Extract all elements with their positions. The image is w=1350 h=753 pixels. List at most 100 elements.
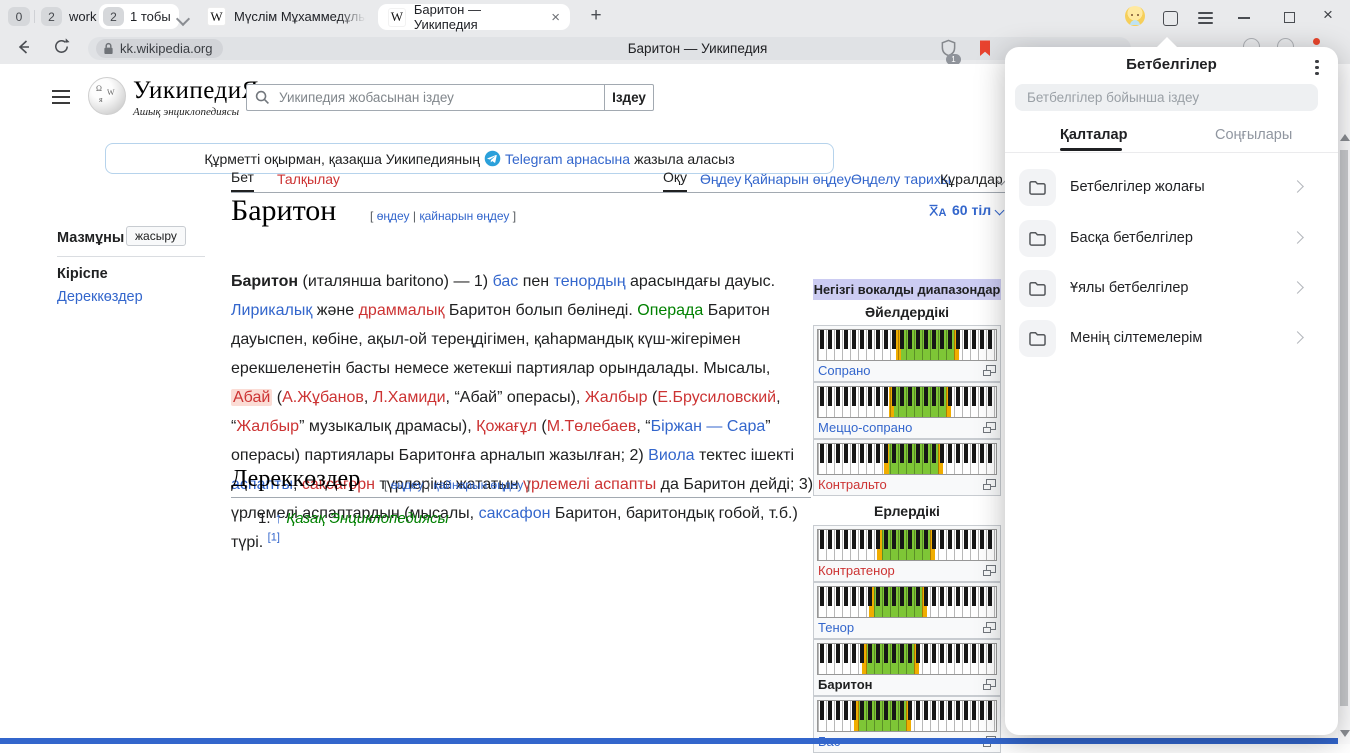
wiki-search-box[interactable]: [246, 84, 605, 111]
vocal-range-link[interactable]: Сопрано: [818, 363, 871, 378]
folder-row-bookmarks-bar[interactable]: Бетбелгілер жолағы: [1005, 169, 1338, 213]
tab-inactive[interactable]: W Мүслім Мұхаммедұлы Ма: [207, 4, 366, 29]
url-bar[interactable]: kk.wikipedia.org Баритон — Уикипедия 1: [88, 37, 1131, 60]
popup-tab-recent[interactable]: Соңғылары: [1215, 127, 1292, 143]
tab-close-icon[interactable]: ×: [551, 9, 560, 26]
tab-active[interactable]: W Баритон — Уикипедия ×: [378, 4, 570, 30]
vocal-range-link[interactable]: Контратенор: [818, 563, 895, 578]
close-window-button[interactable]: ×: [1323, 6, 1333, 23]
folder-row-my-links[interactable]: Менің сілтемелерім: [1005, 320, 1338, 364]
tab-page[interactable]: Бет: [231, 169, 254, 192]
inline-link[interactable]: Лирикалық: [231, 302, 312, 319]
inline-link[interactable]: Қожағұл: [476, 418, 537, 435]
reload-icon[interactable]: [52, 37, 71, 61]
expand-icon[interactable]: [983, 565, 996, 576]
browser-tabbar: 0 2 work 2 1 тобы W Мүслім Мұхаммедұлы М…: [0, 0, 1350, 33]
bookmark-flag-icon[interactable]: [978, 40, 992, 62]
scrollbar-thumb[interactable]: [1340, 150, 1348, 706]
edit-link[interactable]: өңдеу: [391, 478, 424, 492]
tab-talk[interactable]: Талқылау: [277, 171, 340, 192]
piano-range-image[interactable]: [817, 529, 997, 561]
wiki-menu-icon[interactable]: [52, 86, 70, 108]
inline-link[interactable]: М.Төлебаев: [547, 418, 637, 435]
language-selector[interactable]: A 60 тіл: [928, 202, 1003, 218]
inline-link[interactable]: Абай: [231, 389, 272, 406]
expand-icon[interactable]: [983, 422, 996, 433]
telegram-link[interactable]: Telegram арнасына: [505, 151, 630, 167]
inline-link[interactable]: Жалбыр: [236, 418, 299, 435]
vocal-range-link[interactable]: Контральто: [818, 477, 887, 492]
browser-menu-icon[interactable]: [1198, 9, 1213, 27]
inline-link[interactable]: А.Жұбанов: [282, 389, 364, 406]
inline-link[interactable]: Жалбыр: [585, 389, 648, 406]
page-scrollbar[interactable]: [1338, 64, 1350, 744]
inline-link[interactable]: тенордың: [554, 273, 626, 290]
wiki-search-button[interactable]: Іздеу: [604, 84, 654, 111]
toc-hide-button[interactable]: жасыру: [126, 226, 186, 246]
edit-link[interactable]: өңдеу: [377, 209, 410, 223]
minimize-button[interactable]: [1238, 17, 1250, 19]
tab-history[interactable]: Өңделу тарихы: [851, 171, 951, 192]
bookmarks-search-box[interactable]: [1015, 84, 1318, 111]
collections-icon[interactable]: [1163, 11, 1178, 26]
folder-row-mobile-bookmarks[interactable]: Ұялы бетбелгілер: [1005, 270, 1338, 314]
inline-link[interactable]: үрлемелі аспапты: [523, 476, 656, 493]
inline-link[interactable]: бас: [493, 273, 519, 290]
source-edit-link[interactable]: қайнарын өңдеу: [433, 478, 523, 492]
shield-icon[interactable]: 1: [940, 39, 957, 62]
popup-tab-folders[interactable]: Қалталар: [1060, 127, 1127, 143]
title-edit-links: [ өңдеу | қайнарын өңдеу ]: [370, 209, 516, 223]
inline-link[interactable]: Е.Брусиловский: [657, 389, 776, 406]
toc-item-intro[interactable]: Кіріспе: [57, 266, 108, 282]
vocal-range-link[interactable]: Меццо-сопрано: [818, 420, 912, 435]
kebab-menu-icon[interactable]: [1310, 57, 1324, 75]
bookmarks-search-input[interactable]: [1025, 89, 1308, 106]
expand-icon[interactable]: [983, 679, 996, 690]
vocal-range-thumb: Меццо-сопрано: [813, 382, 1001, 439]
new-tab-button[interactable]: +: [583, 3, 609, 29]
inline-link[interactable]: Виола: [648, 447, 694, 464]
tab-read[interactable]: Оқу: [663, 169, 687, 192]
article-text: Баритон: [231, 273, 298, 290]
wikipedia-logo[interactable]: ΩWя: [88, 77, 126, 115]
piano-range-image[interactable]: [817, 700, 997, 732]
source-edit-link[interactable]: қайнарын өңдеу: [419, 209, 509, 223]
piano-range-image[interactable]: [817, 586, 997, 618]
ref-backlink[interactable]: ↑: [275, 510, 283, 527]
folder-row-other-bookmarks[interactable]: Басқа бетбелгілер: [1005, 220, 1338, 264]
toc-item-references[interactable]: Дереккөздер: [57, 289, 143, 305]
inline-link[interactable]: драммалық: [359, 302, 445, 319]
article-text: арасындағы дауыс.: [626, 273, 776, 290]
tab-edit-source[interactable]: Қайнарын өңдеу: [744, 171, 851, 192]
piano-range-image[interactable]: [817, 329, 997, 361]
wiki-search-input[interactable]: [277, 89, 604, 106]
inline-link[interactable]: Біржан — Сара: [651, 418, 766, 435]
piano-range-image[interactable]: [817, 443, 997, 475]
inline-link[interactable]: саксафон: [479, 505, 551, 522]
tab-group-work[interactable]: 2 work: [41, 7, 96, 26]
tab-tools[interactable]: Құралдар: [940, 171, 1003, 192]
ref-source-link[interactable]: Қазақ Энциклопедиясы: [286, 510, 448, 527]
inline-link[interactable]: [1]: [268, 532, 280, 544]
group-active-badge: 2: [103, 7, 124, 26]
site-chip[interactable]: kk.wikipedia.org: [96, 39, 223, 58]
back-icon[interactable]: [14, 37, 34, 62]
vocal-range-link[interactable]: Тенор: [818, 620, 854, 635]
tab-group-collapsed[interactable]: 0: [8, 7, 30, 26]
expand-icon[interactable]: [983, 365, 996, 376]
profile-avatar[interactable]: [1125, 6, 1145, 26]
restore-button[interactable]: [1284, 12, 1295, 23]
group-chevron-icon[interactable]: [178, 11, 188, 29]
wiki-wordmark[interactable]: УикипедиЯ Ашық энциклопедиясы: [133, 77, 259, 118]
scroll-up-icon[interactable]: [1340, 134, 1350, 141]
inline-link[interactable]: Операда: [637, 302, 703, 319]
tab-title: Мүслім Мұхаммедұлы Ма: [234, 9, 366, 24]
tab-group-active[interactable]: 2 1 тобы: [99, 4, 179, 29]
expand-icon[interactable]: [983, 622, 996, 633]
piano-range-image[interactable]: [817, 386, 997, 418]
inline-link[interactable]: Л.Хамиди: [373, 389, 446, 406]
tab-edit[interactable]: Өңдеу: [700, 171, 741, 192]
piano-range-image[interactable]: [817, 643, 997, 675]
scroll-down-icon[interactable]: [1340, 730, 1350, 737]
expand-icon[interactable]: [983, 479, 996, 490]
